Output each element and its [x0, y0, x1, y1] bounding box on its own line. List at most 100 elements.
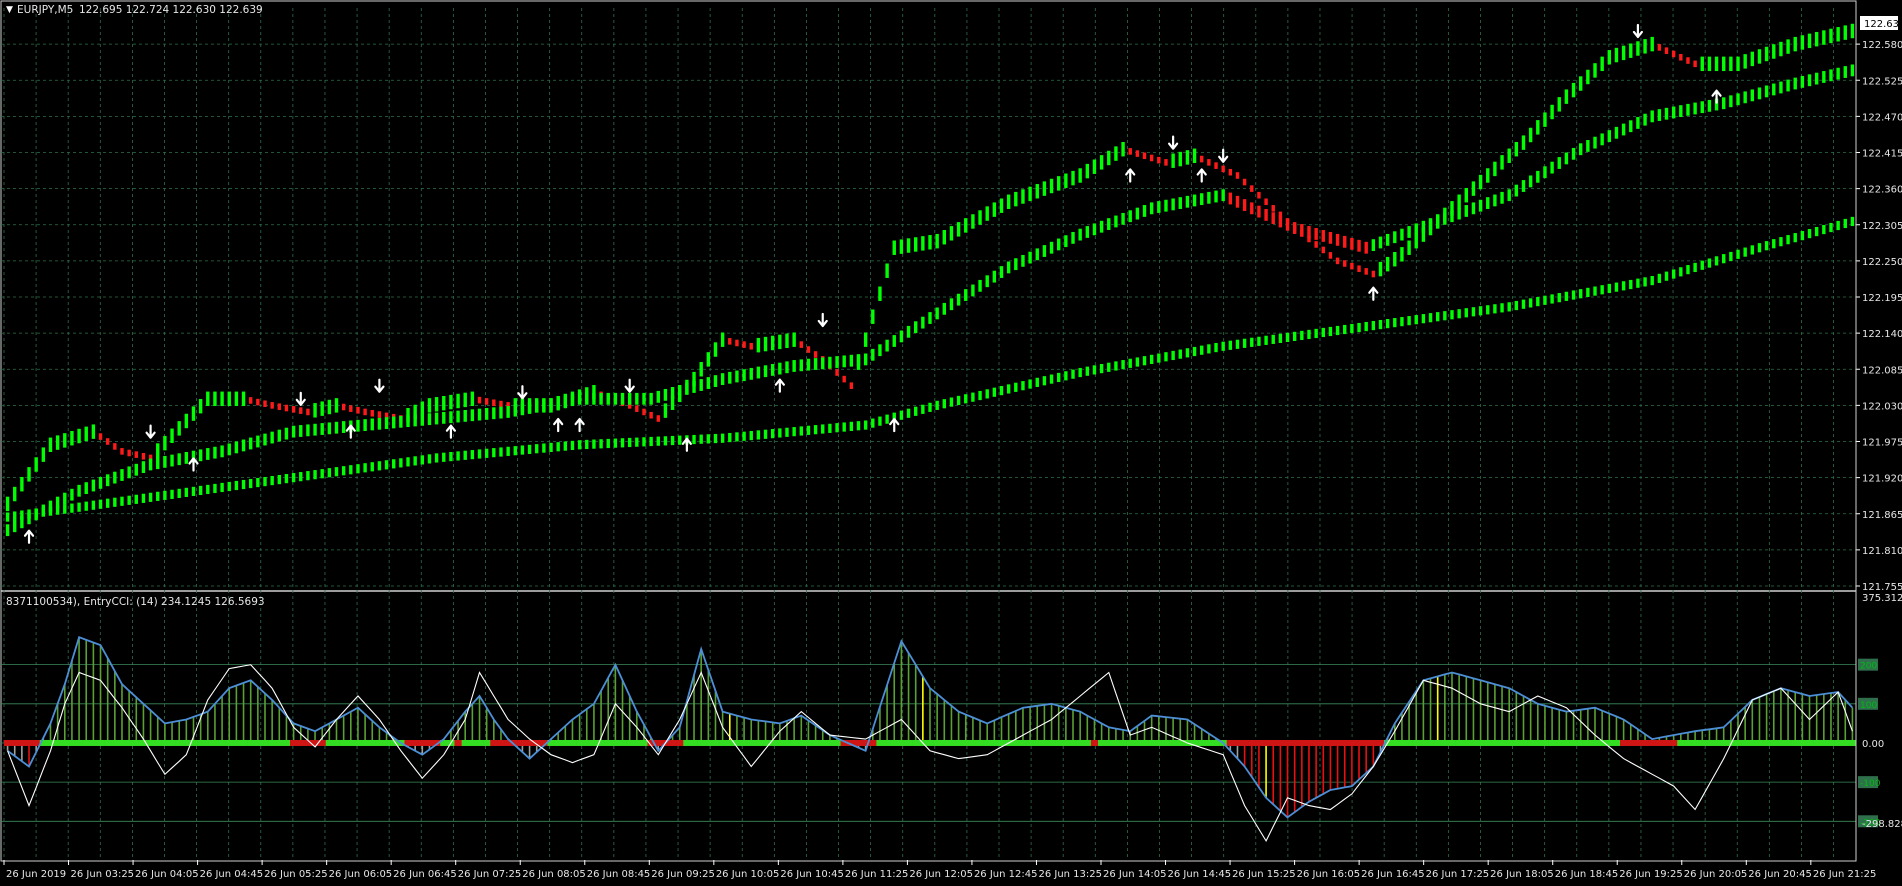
candle-fast: [1614, 47, 1619, 63]
candle-slow: [592, 439, 596, 449]
trend-strip: [669, 739, 677, 746]
candle-mid: [499, 406, 503, 419]
candle-slow: [1121, 360, 1125, 370]
trend-strip: [826, 739, 834, 746]
trend-strip: [1040, 739, 1049, 746]
trend-strip: [854, 739, 863, 746]
candle-fast: [1650, 36, 1654, 52]
candle-mid: [1407, 226, 1411, 238]
candle-slow: [535, 444, 539, 454]
trend-strip: [1369, 739, 1378, 746]
candle-fast: [341, 403, 346, 411]
candle-fast: [184, 413, 189, 429]
candle-fast: [1464, 187, 1468, 203]
candle-slow: [477, 449, 482, 459]
trend-strip: [468, 739, 477, 746]
candle-fast: [48, 437, 53, 453]
candle-slow: [406, 457, 410, 467]
x-tick-label: 26 Jun 18:45: [1555, 869, 1619, 880]
trend-strip: [104, 739, 112, 746]
candle-mid: [1235, 195, 1240, 208]
candle-mid: [363, 419, 367, 431]
candle-fast: [1085, 163, 1090, 179]
trend-strip: [740, 739, 748, 746]
candle-fast: [785, 333, 789, 349]
candle-fast: [913, 237, 918, 252]
arrow-up-icon: [681, 437, 692, 452]
candle-slow: [341, 466, 346, 476]
candle-fast: [70, 430, 74, 446]
candle-mid: [620, 392, 625, 405]
trend-strip: [1291, 739, 1299, 746]
candle-mid: [1035, 248, 1039, 261]
candle-fast: [1800, 35, 1805, 50]
candle-mid: [170, 454, 174, 467]
trend-strip: [1305, 739, 1313, 746]
candle-mid: [1793, 77, 1797, 90]
candle-slow: [77, 502, 81, 512]
x-tick-label: 26 Jun 13:25: [1038, 869, 1102, 880]
candle-slow: [949, 397, 954, 407]
candle-mid: [1707, 99, 1712, 112]
x-tick-label: 26 Jun 18:05: [1490, 869, 1554, 880]
candle-fast: [1114, 146, 1118, 161]
x-tick-label: 26 Jun 14:05: [1103, 869, 1167, 880]
trend-strip: [876, 739, 884, 746]
candle-slow: [1707, 258, 1712, 268]
candle-fast: [728, 338, 732, 345]
trend-strip: [633, 739, 641, 746]
arrow-down-icon: [145, 424, 156, 439]
trend-strip: [1105, 739, 1113, 746]
candle-slow: [1278, 333, 1283, 343]
candle-slow: [1493, 304, 1497, 314]
trend-strip: [1734, 739, 1742, 746]
candle-mid: [849, 354, 854, 367]
trend-strip: [1448, 739, 1456, 746]
trend-strip: [604, 739, 613, 746]
candle-fast: [942, 230, 947, 245]
candle-mid: [1121, 212, 1125, 225]
candle-fast: [1221, 165, 1225, 173]
candle-mid: [1814, 72, 1819, 85]
trend-strip: [1276, 739, 1285, 746]
candle-mid: [863, 353, 868, 366]
candle-mid: [1328, 231, 1333, 244]
candle-slow: [1078, 367, 1082, 378]
trend-strip: [347, 739, 355, 746]
candle-slow: [1850, 216, 1855, 227]
candle-fast: [1121, 141, 1125, 157]
candle-slow: [735, 432, 739, 442]
candle-slow: [856, 421, 861, 431]
candle-slow: [956, 395, 961, 406]
trend-strip: [626, 739, 634, 746]
candle-mid: [821, 357, 825, 370]
trend-strip: [554, 739, 563, 746]
x-tick-label: 26 Jun 04:05: [135, 869, 199, 880]
candle-mid: [1743, 91, 1747, 104]
candle-mid: [1579, 143, 1583, 156]
candle-fast: [1836, 27, 1840, 42]
candle-mid: [1221, 189, 1225, 202]
candle-mid: [842, 355, 846, 368]
trend-strip: [25, 739, 33, 746]
trend-strip: [68, 739, 76, 746]
arrow-down-icon: [374, 378, 385, 393]
candle-mid: [113, 471, 117, 484]
candle-mid: [248, 437, 253, 450]
candle-mid: [913, 321, 918, 334]
arrow-up-icon: [345, 424, 356, 439]
candle-mid: [456, 410, 460, 423]
trend-strip: [561, 739, 570, 746]
candle-slow: [413, 456, 417, 466]
trend-strip: [132, 739, 141, 746]
y-tick-label: 122.415: [1862, 149, 1902, 160]
trend-strip: [1341, 739, 1349, 746]
candle-slow: [627, 437, 632, 448]
candle-fast: [1664, 47, 1669, 54]
trend-strip: [1798, 739, 1807, 746]
candle-fast: [1593, 63, 1597, 78]
trend-strip: [290, 739, 298, 746]
candle-slow: [742, 431, 746, 441]
candle-fast: [227, 391, 231, 407]
dropdown-icon[interactable]: ▼: [6, 5, 13, 15]
